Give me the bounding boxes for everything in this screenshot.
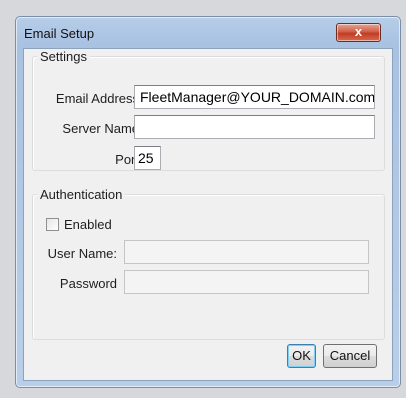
authentication-legend: Authentication	[37, 187, 126, 202]
server-name-label: Server Name	[62, 121, 139, 136]
cancel-button[interactable]: Cancel	[323, 344, 377, 368]
port-input[interactable]: 25	[134, 146, 161, 170]
server-name-input[interactable]	[134, 115, 375, 139]
authentication-group	[32, 194, 385, 340]
settings-group	[32, 56, 385, 171]
password-input[interactable]	[124, 270, 369, 294]
enabled-checkbox[interactable]	[46, 218, 59, 231]
close-icon: x	[354, 24, 363, 39]
user-name-label: User Name:	[47, 246, 117, 261]
email-address-label: Email Address	[55, 91, 139, 106]
enabled-label: Enabled	[64, 217, 112, 232]
email-setup-dialog: Email Setup x Settings Email Address Fle…	[15, 16, 401, 388]
dialog-body: Settings Email Address FleetManager@YOUR…	[23, 48, 393, 381]
dialog-title: Email Setup	[24, 26, 95, 41]
settings-legend: Settings	[37, 49, 90, 64]
ok-button[interactable]: OK	[287, 344, 316, 368]
title-bar[interactable]: Email Setup x	[16, 17, 400, 48]
password-label: Password	[59, 276, 117, 291]
close-button[interactable]: x	[336, 23, 381, 42]
user-name-input[interactable]	[124, 240, 369, 264]
email-address-input[interactable]: FleetManager@YOUR_DOMAIN.com	[134, 85, 375, 109]
